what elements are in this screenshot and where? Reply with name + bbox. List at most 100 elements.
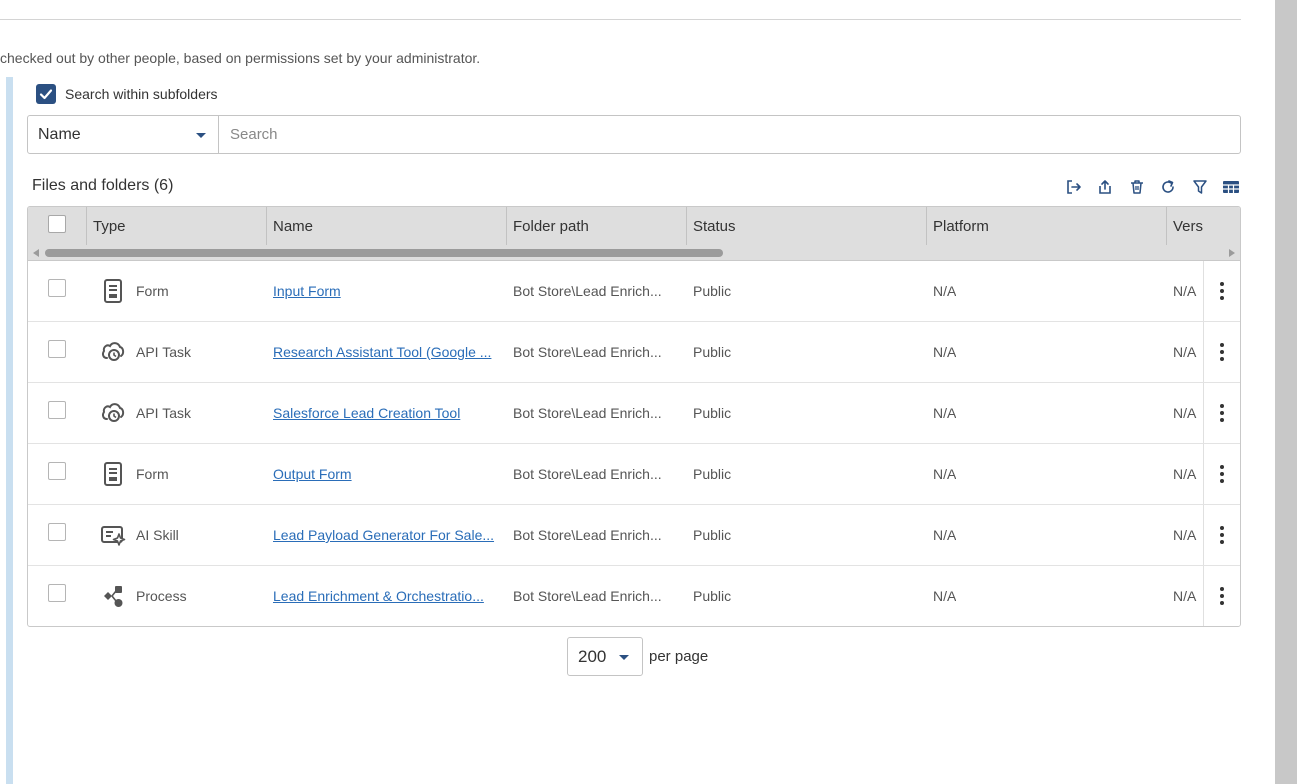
- row-platform: N/A: [933, 527, 957, 543]
- table-columns-button[interactable]: [1216, 176, 1248, 198]
- column-divider: [1166, 207, 1167, 245]
- row-actions-button[interactable]: [1203, 322, 1240, 382]
- row-name-cell[interactable]: Lead Payload Generator For Sale...: [273, 505, 499, 565]
- row-name-cell[interactable]: Output Form: [273, 444, 499, 504]
- kebab-menu-icon: [1220, 587, 1224, 605]
- files-folders-title: Files and folders (6): [32, 177, 174, 194]
- search-subfolders-label: Search within subfolders: [65, 86, 218, 102]
- horizontal-scrollbar[interactable]: [28, 247, 1240, 259]
- page-scrollbar[interactable]: [1275, 0, 1297, 784]
- form-icon: [104, 279, 122, 303]
- search-subfolders-option[interactable]: Search within subfolders: [36, 84, 218, 104]
- table-row[interactable]: Process Lead Enrichment & Orchestratio..…: [28, 566, 1240, 626]
- filter-button[interactable]: [1184, 176, 1216, 198]
- row-folder-path: Bot Store\Lead Enrich...: [513, 588, 662, 604]
- row-folder-path: Bot Store\Lead Enrich...: [513, 344, 662, 360]
- search-subfolders-checkbox[interactable]: [36, 84, 56, 104]
- files-table: Type Name Folder path Status Platform Ve…: [27, 206, 1241, 627]
- column-divider: [266, 207, 267, 245]
- search-field-select[interactable]: Name: [28, 116, 219, 153]
- scroll-right-arrow-icon[interactable]: [1229, 249, 1235, 257]
- horizontal-scroll-thumb[interactable]: [45, 249, 723, 257]
- row-name-link[interactable]: Output Form: [273, 466, 352, 482]
- row-folder-path: Bot Store\Lead Enrich...: [513, 283, 662, 299]
- row-type: Process: [136, 588, 187, 604]
- column-header-name[interactable]: Name: [273, 207, 313, 245]
- column-header-platform[interactable]: Platform: [933, 207, 989, 245]
- row-status: Public: [693, 344, 732, 360]
- row-checkbox[interactable]: [48, 523, 66, 541]
- kebab-menu-icon: [1220, 526, 1224, 544]
- refresh-button[interactable]: [1153, 176, 1185, 198]
- pagination: 200 per page: [567, 637, 708, 676]
- row-name-link[interactable]: Research Assistant Tool (Google ...: [273, 344, 491, 360]
- row-type: Form: [136, 466, 169, 482]
- filter-icon: [1193, 180, 1207, 194]
- row-name-cell[interactable]: Input Form: [273, 261, 499, 321]
- column-header-version[interactable]: Vers: [1173, 207, 1203, 245]
- ai-skill-icon: [101, 526, 126, 546]
- search-input[interactable]: [219, 116, 1240, 153]
- row-name-cell[interactable]: Salesforce Lead Creation Tool: [273, 383, 499, 443]
- top-divider: [0, 19, 1241, 20]
- table-toolbar: [1058, 176, 1247, 198]
- api-task-icon: [102, 342, 125, 361]
- permissions-info-text: checked out by other people, based on pe…: [0, 50, 481, 66]
- checkout-button[interactable]: [1058, 176, 1090, 198]
- table-row[interactable]: Form Input Form Bot Store\Lead Enrich...…: [28, 261, 1240, 322]
- row-platform: N/A: [933, 344, 957, 360]
- table-row[interactable]: API Task Research Assistant Tool (Google…: [28, 322, 1240, 383]
- column-divider: [926, 207, 927, 245]
- row-name-link[interactable]: Input Form: [273, 283, 341, 299]
- row-version: N/A: [1173, 405, 1197, 421]
- row-actions-button[interactable]: [1203, 566, 1240, 626]
- table-row[interactable]: Form Output Form Bot Store\Lead Enrich..…: [28, 444, 1240, 505]
- search-bar: Name: [27, 115, 1241, 154]
- row-platform: N/A: [933, 283, 957, 299]
- row-version: N/A: [1173, 466, 1197, 482]
- export-button[interactable]: [1090, 176, 1122, 198]
- row-platform: N/A: [933, 405, 957, 421]
- row-actions-button[interactable]: [1203, 261, 1240, 321]
- row-checkbox[interactable]: [48, 401, 66, 419]
- row-actions-button[interactable]: [1203, 505, 1240, 565]
- row-checkbox[interactable]: [48, 462, 66, 480]
- scroll-left-arrow-icon[interactable]: [33, 249, 39, 257]
- row-status: Public: [693, 588, 732, 604]
- row-name-link[interactable]: Lead Enrichment & Orchestratio...: [273, 588, 484, 604]
- api-task-icon: [102, 403, 125, 422]
- row-version: N/A: [1173, 283, 1197, 299]
- column-header-status[interactable]: Status: [693, 207, 736, 245]
- left-accent-bar: [6, 77, 13, 784]
- row-type: API Task: [136, 344, 191, 360]
- row-checkbox[interactable]: [48, 340, 66, 358]
- row-name-link[interactable]: Lead Payload Generator For Sale...: [273, 527, 494, 543]
- row-folder-path: Bot Store\Lead Enrich...: [513, 466, 662, 482]
- select-all-checkbox[interactable]: [48, 215, 66, 233]
- row-type: API Task: [136, 405, 191, 421]
- column-header-folder-path[interactable]: Folder path: [513, 207, 589, 245]
- column-header-type[interactable]: Type: [93, 207, 126, 245]
- search-field-value: Name: [38, 125, 81, 143]
- row-checkbox[interactable]: [48, 584, 66, 602]
- form-icon: [104, 462, 122, 486]
- row-name-cell[interactable]: Research Assistant Tool (Google ...: [273, 322, 499, 382]
- row-checkbox[interactable]: [48, 279, 66, 297]
- column-divider: [86, 207, 87, 245]
- page-size-select[interactable]: 200: [567, 637, 643, 676]
- row-name-link[interactable]: Salesforce Lead Creation Tool: [273, 405, 460, 421]
- kebab-menu-icon: [1220, 343, 1224, 361]
- delete-button[interactable]: [1121, 176, 1153, 198]
- table-row[interactable]: AI Skill Lead Payload Generator For Sale…: [28, 505, 1240, 566]
- row-folder-path: Bot Store\Lead Enrich...: [513, 527, 662, 543]
- checkmark-icon: [39, 89, 53, 100]
- table-columns-icon: [1223, 181, 1240, 193]
- row-name-cell[interactable]: Lead Enrichment & Orchestratio...: [273, 566, 499, 626]
- row-status: Public: [693, 527, 732, 543]
- row-actions-button[interactable]: [1203, 444, 1240, 504]
- kebab-menu-icon: [1220, 282, 1224, 300]
- table-row[interactable]: API Task Salesforce Lead Creation Tool B…: [28, 383, 1240, 444]
- page-size-value: 200: [578, 646, 607, 666]
- row-actions-button[interactable]: [1203, 383, 1240, 443]
- export-icon: [1099, 180, 1112, 194]
